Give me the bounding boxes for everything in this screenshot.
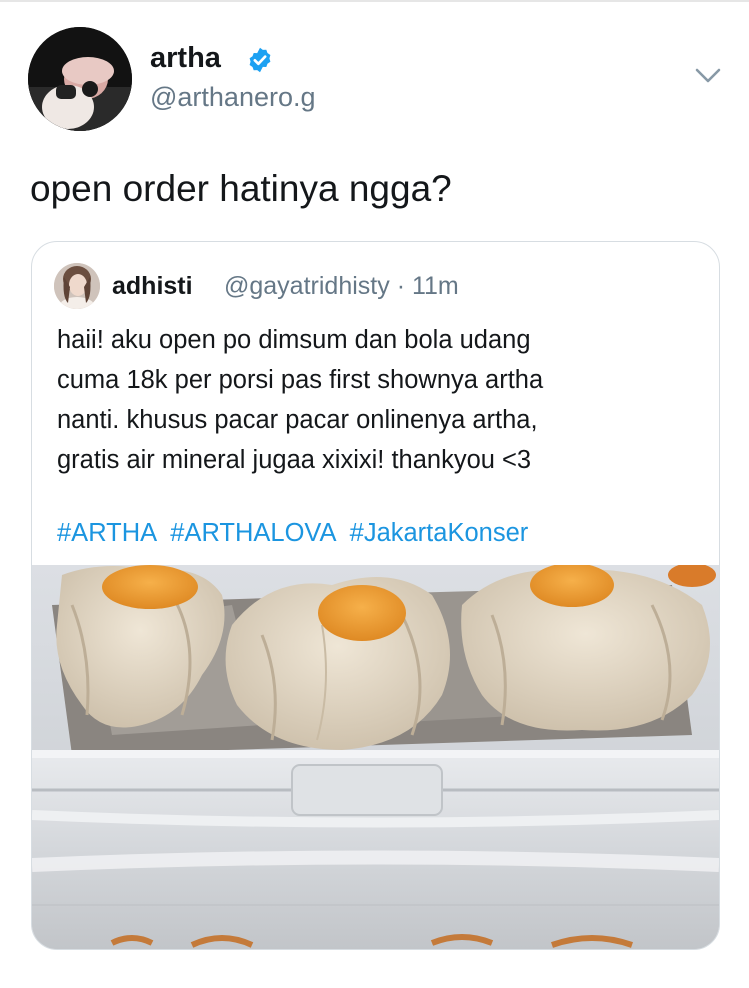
verified-badge-icon bbox=[249, 47, 271, 73]
chevron-down-icon[interactable] bbox=[694, 66, 722, 86]
divider bbox=[0, 0, 749, 2]
quoted-tweet-time[interactable]: 11m bbox=[412, 272, 459, 300]
quoted-tweet-text: haii! aku open po dimsum dan bola udang … bbox=[57, 320, 697, 480]
hashtag-link[interactable]: #ARTHA bbox=[57, 519, 157, 547]
quoted-author-avatar[interactable] bbox=[54, 263, 100, 309]
text-line: gratis air mineral jugaa xixixi! thankyo… bbox=[57, 446, 532, 474]
text-line: nanti. khusus pacar pacar onlinenya arth… bbox=[57, 406, 538, 434]
dimsum-photo[interactable] bbox=[32, 565, 719, 949]
author-handle[interactable]: @arthanero.g bbox=[150, 82, 316, 113]
author-display-name[interactable]: artha bbox=[150, 42, 221, 75]
hashtag-link[interactable]: #JakartaKonser bbox=[350, 519, 529, 547]
tweet-text: open order hatinya ngga? bbox=[30, 168, 452, 209]
quoted-author-meta: @gayatridhisty · 11m bbox=[224, 272, 459, 301]
quoted-author-display-name[interactable]: adhisti bbox=[112, 272, 193, 301]
hashtag-link[interactable]: #ARTHALOVA bbox=[170, 519, 336, 547]
meta-separator: · bbox=[396, 272, 406, 300]
hashtag-list: #ARTHA #ARTHALOVA #JakartaKonser bbox=[57, 519, 534, 548]
author-avatar[interactable] bbox=[28, 27, 132, 131]
quoted-tweet-card[interactable]: adhisti @gayatridhisty · 11m haii! aku o… bbox=[31, 241, 720, 950]
text-line: cuma 18k per porsi pas first shownya art… bbox=[57, 366, 544, 394]
text-line: haii! aku open po dimsum dan bola udang bbox=[57, 326, 531, 354]
quoted-author-handle[interactable]: @gayatridhisty bbox=[224, 272, 390, 300]
